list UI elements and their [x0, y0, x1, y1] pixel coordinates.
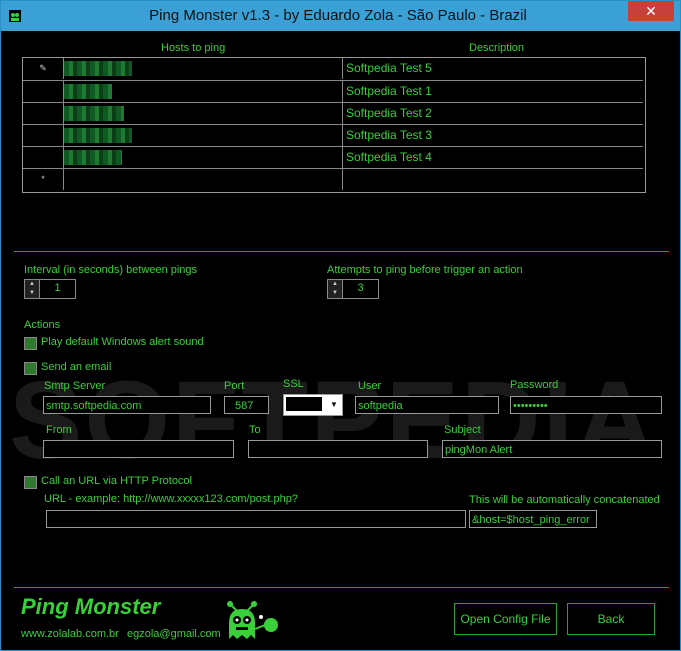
play-sound-label: Play default Windows alert sound: [41, 336, 204, 348]
play-sound-checkbox[interactable]: [24, 337, 37, 350]
blurred-host: [64, 150, 122, 165]
send-email-label: Send an email: [41, 361, 112, 373]
ssl-label: SSL: [283, 378, 304, 390]
call-url-checkbox[interactable]: [24, 476, 37, 489]
row-header[interactable]: [23, 103, 64, 124]
interval-spinner[interactable]: ▲ ▼ 1: [24, 279, 76, 299]
back-button[interactable]: Back: [567, 603, 655, 635]
host-cell[interactable]: [64, 169, 343, 190]
to-field[interactable]: [248, 440, 428, 458]
user-label: User: [358, 380, 382, 392]
table-row-new[interactable]: *: [23, 168, 643, 190]
host-cell[interactable]: [64, 125, 343, 146]
host-cell[interactable]: [64, 103, 343, 124]
attempts-value[interactable]: 3: [343, 282, 378, 294]
interval-value[interactable]: 1: [40, 282, 75, 294]
hosts-grid[interactable]: ✎ Softpedia Test 5 Softpedia Test 1 Soft…: [22, 57, 646, 193]
row-header[interactable]: [23, 125, 64, 146]
close-button[interactable]: ✕: [628, 1, 674, 21]
send-email-checkbox[interactable]: [24, 362, 37, 375]
spinner-arrows[interactable]: ▲ ▼: [328, 280, 343, 298]
table-row[interactable]: ✎ Softpedia Test 5: [23, 58, 643, 79]
interval-label: Interval (in seconds) between pings: [24, 264, 198, 276]
arrow-up-icon[interactable]: ▲: [25, 280, 39, 289]
from-field[interactable]: [43, 440, 234, 458]
chevron-down-icon[interactable]: ▼: [326, 395, 342, 415]
watermark: SOFTPEDIA: [9, 359, 657, 482]
subject-field[interactable]: pingMon Alert: [442, 440, 662, 458]
app-window: Ping Monster v1.3 - by Eduardo Zola - Sã…: [0, 0, 681, 651]
row-edit-marker[interactable]: ✎: [23, 58, 64, 79]
blurred-host: [64, 84, 112, 99]
smtp-field[interactable]: smtp.softpedia.com: [43, 396, 211, 414]
subject-label: Subject: [444, 424, 481, 436]
table-row[interactable]: Softpedia Test 1: [23, 80, 643, 102]
host-cell[interactable]: [64, 58, 343, 79]
call-url-label: Call an URL via HTTP Protocol: [41, 475, 192, 487]
row-header[interactable]: [23, 81, 64, 102]
description-cell[interactable]: Softpedia Test 4: [343, 147, 643, 168]
brand-title: Ping Monster: [21, 594, 161, 619]
arrow-down-icon[interactable]: ▼: [328, 289, 342, 298]
open-config-button[interactable]: Open Config File: [454, 603, 557, 635]
divider: [14, 587, 669, 588]
concat-label: This will be automatically concatenated: [469, 494, 660, 506]
column-header-hosts: Hosts to ping: [161, 42, 226, 54]
mascot-icon: [227, 601, 278, 639]
host-cell[interactable]: [64, 147, 343, 168]
description-cell[interactable]: Softpedia Test 1: [343, 81, 643, 102]
row-header[interactable]: [23, 147, 64, 168]
password-label: Password: [510, 379, 559, 391]
window-title: Ping Monster v1.3 - by Eduardo Zola - Sã…: [149, 7, 527, 24]
description-cell[interactable]: Softpedia Test 5: [343, 58, 643, 79]
blurred-host: [64, 61, 132, 76]
attempts-label: Attempts to ping before trigger an actio…: [327, 264, 523, 276]
description-cell[interactable]: Softpedia Test 3: [343, 125, 643, 146]
concat-field: &host=$host_ping_error: [469, 510, 597, 528]
user-field[interactable]: softpedia: [355, 396, 499, 414]
table-row[interactable]: Softpedia Test 3: [23, 124, 643, 146]
ssl-select-value: [286, 397, 322, 411]
actions-label: Actions: [24, 319, 61, 331]
host-cell[interactable]: [64, 81, 343, 102]
website-link[interactable]: www.zolalab.com.br: [21, 628, 119, 640]
blurred-host: [64, 106, 124, 121]
arrow-down-icon[interactable]: ▼: [25, 289, 39, 298]
spinner-arrows[interactable]: ▲ ▼: [25, 280, 40, 298]
attempts-spinner[interactable]: ▲ ▼ 3: [327, 279, 379, 299]
url-field[interactable]: [46, 510, 466, 528]
new-row-marker[interactable]: *: [23, 169, 64, 190]
client-area: SOFTPEDIA Hosts to ping Description ✎ So…: [9, 32, 672, 644]
email-link[interactable]: egzola@gmail.com: [127, 628, 221, 640]
description-cell[interactable]: [343, 169, 643, 190]
table-row[interactable]: Softpedia Test 4: [23, 146, 643, 168]
port-field[interactable]: 587: [224, 396, 269, 414]
title-bar: Ping Monster v1.3 - by Eduardo Zola - Sã…: [1, 1, 680, 31]
table-row[interactable]: Softpedia Test 2: [23, 102, 643, 124]
from-label: From: [46, 424, 72, 436]
arrow-up-icon[interactable]: ▲: [328, 280, 342, 289]
description-cell[interactable]: Softpedia Test 2: [343, 103, 643, 124]
password-field[interactable]: •••••••••: [510, 396, 662, 414]
port-label: Port: [224, 380, 245, 392]
blurred-host: [64, 128, 132, 143]
ssl-select[interactable]: ▼: [283, 394, 343, 416]
to-label: To: [249, 424, 261, 436]
url-label: URL - example: http://www.xxxxx123.com/p…: [44, 493, 298, 505]
smtp-label: Smtp Server: [44, 380, 106, 392]
column-header-description: Description: [469, 42, 525, 54]
divider: [14, 251, 669, 252]
